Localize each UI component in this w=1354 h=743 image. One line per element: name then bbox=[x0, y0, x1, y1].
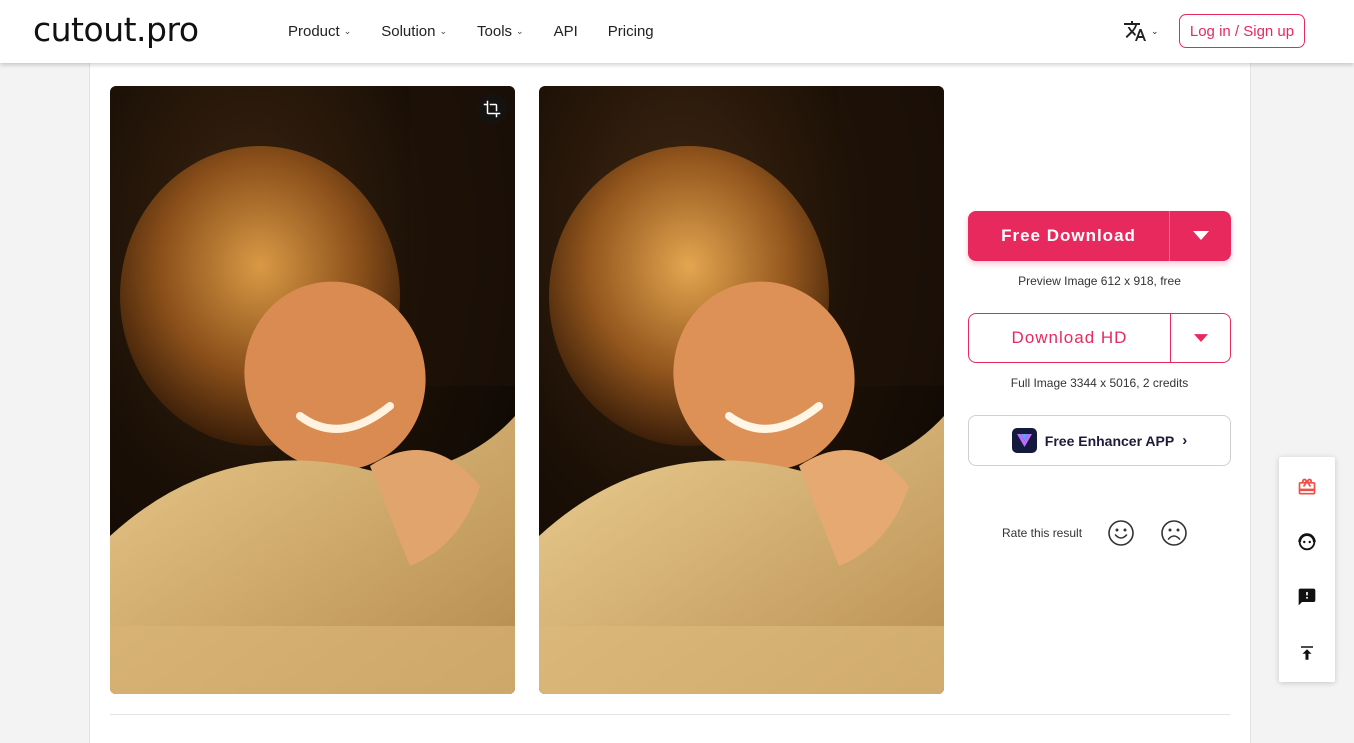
nav-pricing-label: Pricing bbox=[607, 22, 654, 40]
result-card: Free Download Preview Image 612 x 918, f… bbox=[89, 63, 1251, 743]
free-enhancer-app-button[interactable]: Free Enhancer APP › bbox=[968, 415, 1231, 466]
crop-button[interactable] bbox=[477, 94, 507, 124]
top-header: cutout.pro Product ⌄ Solution ⌄ Tools ⌄ API… bbox=[0, 0, 1354, 63]
chevron-down-icon: ⌄ bbox=[516, 25, 524, 36]
nav-api-label: API bbox=[553, 22, 578, 40]
feedback-button[interactable] bbox=[1279, 582, 1335, 612]
original-photo bbox=[110, 86, 515, 694]
gift-button[interactable] bbox=[1279, 472, 1335, 502]
nav-tools-label: Tools bbox=[477, 22, 513, 40]
free-download-dropdown[interactable] bbox=[1170, 211, 1231, 261]
sad-face-button[interactable] bbox=[1159, 518, 1189, 548]
caret-down-icon bbox=[1192, 231, 1209, 240]
download-hd-button-group: Download HD bbox=[968, 313, 1231, 363]
download-hd-button[interactable]: Download HD bbox=[969, 314, 1171, 362]
login-signup-button[interactable]: Log in / Sign up bbox=[1179, 14, 1305, 48]
happy-face-icon bbox=[1108, 520, 1134, 546]
caret-down-icon bbox=[1193, 333, 1208, 342]
nav-api[interactable]: API bbox=[554, 20, 578, 42]
site-logo[interactable]: cutout.pro bbox=[33, 10, 199, 50]
download-hd-caption: Full Image 3344 x 5016, 2 credits bbox=[1010, 376, 1189, 390]
nav-solution-label: Solution bbox=[381, 22, 436, 40]
happy-face-button[interactable] bbox=[1106, 518, 1136, 548]
section-divider bbox=[110, 714, 1230, 715]
language-selector[interactable]: ⌄ bbox=[1123, 19, 1159, 43]
translate-icon bbox=[1124, 21, 1146, 41]
gift-icon bbox=[1298, 478, 1316, 495]
nav-tools[interactable]: Tools ⌄ bbox=[477, 20, 524, 42]
back-to-top-button[interactable] bbox=[1279, 638, 1335, 668]
enhanced-photo bbox=[539, 86, 944, 694]
support-agent-icon bbox=[1298, 533, 1316, 551]
chevron-down-icon: ⌄ bbox=[343, 25, 352, 36]
original-image bbox=[110, 86, 515, 694]
chevron-right-icon: › bbox=[1182, 432, 1188, 449]
free-download-button[interactable]: Free Download bbox=[968, 211, 1170, 261]
chevron-down-icon: ⌄ bbox=[439, 25, 448, 36]
nav-product-label: Product bbox=[288, 22, 340, 40]
crop-icon bbox=[483, 100, 501, 118]
free-download-caption: Preview Image 612 x 918, free bbox=[1018, 274, 1181, 288]
free-enhancer-app-label: Free Enhancer APP bbox=[1044, 432, 1175, 449]
main-nav: Product ⌄ Solution ⌄ Tools ⌄ API Pricing bbox=[288, 20, 684, 42]
rate-result: Rate this result bbox=[1002, 518, 1189, 548]
support-button[interactable] bbox=[1279, 527, 1335, 557]
chevron-down-icon: ⌄ bbox=[1151, 25, 1159, 36]
back-to-top-icon bbox=[1301, 646, 1313, 660]
sad-face-icon bbox=[1161, 520, 1187, 546]
nav-product[interactable]: Product ⌄ bbox=[288, 20, 351, 42]
download-hd-dropdown[interactable] bbox=[1171, 314, 1230, 362]
free-download-button-group: Free Download bbox=[968, 211, 1231, 261]
feedback-icon bbox=[1298, 588, 1316, 606]
nav-solution[interactable]: Solution ⌄ bbox=[381, 20, 447, 42]
enhancer-app-logo-icon bbox=[1011, 428, 1037, 453]
rate-result-label: Rate this result bbox=[1002, 526, 1083, 540]
nav-pricing[interactable]: Pricing bbox=[608, 20, 654, 42]
enhanced-image bbox=[539, 86, 944, 694]
floating-toolbar bbox=[1279, 457, 1335, 682]
